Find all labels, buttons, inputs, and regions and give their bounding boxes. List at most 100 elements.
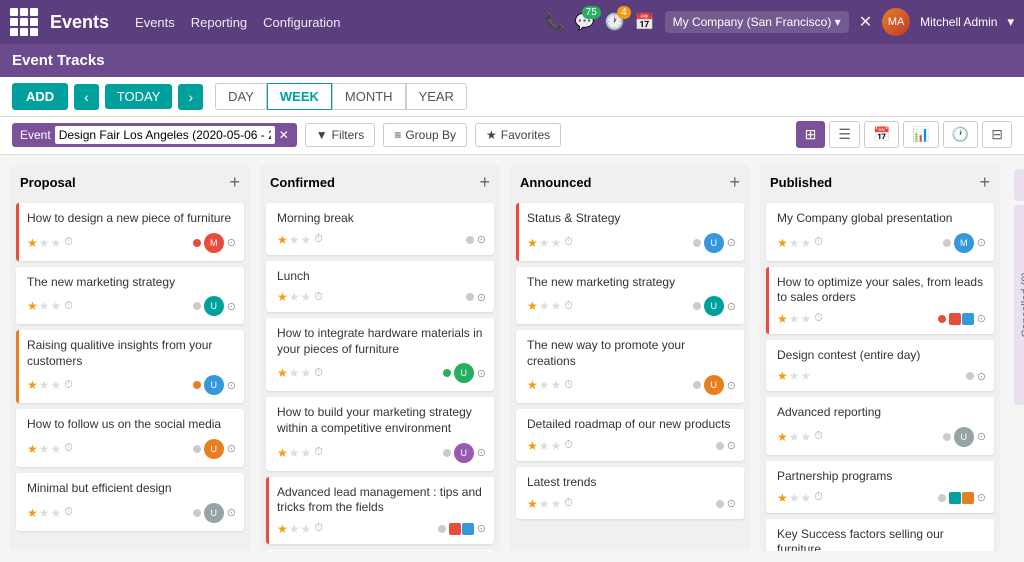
col-add-announced[interactable]: +: [729, 173, 740, 191]
star-3[interactable]: ★: [301, 233, 312, 247]
next-button[interactable]: ›: [178, 84, 203, 110]
star-3[interactable]: ★: [551, 378, 562, 392]
card-announced-4[interactable]: Detailed roadmap of our new products ★ ★…: [516, 409, 744, 461]
card-confirmed-1[interactable]: Morning break ★ ★ ★ ⏱ ⊙: [266, 203, 494, 255]
star-1[interactable]: ★: [277, 233, 288, 247]
clock-view-btn[interactable]: 🕐: [943, 121, 978, 148]
more-options-col[interactable]: ⋮: [1014, 169, 1024, 201]
action-icon[interactable]: ⊙: [727, 497, 736, 510]
star-1[interactable]: ★: [277, 290, 288, 304]
card-confirmed-6[interactable]: New Certification Program ★ ★ ★ ⏱ U ⊙: [266, 550, 494, 551]
card-confirmed-3[interactable]: How to integrate hardware materials in y…: [266, 318, 494, 391]
action-icon[interactable]: ⊙: [977, 312, 986, 325]
action-icon[interactable]: ⊙: [227, 506, 236, 519]
favorites-button[interactable]: ★ Favorites: [475, 123, 561, 147]
star-3[interactable]: ★: [51, 506, 62, 520]
add-button[interactable]: ADD: [12, 83, 68, 110]
card-confirmed-5[interactable]: Advanced lead management : tips and tric…: [266, 477, 494, 544]
card-published-5[interactable]: Partnership programs ★ ★ ★ ⏱: [766, 461, 994, 513]
action-icon[interactable]: ⊙: [477, 367, 486, 380]
star-2[interactable]: ★: [39, 378, 50, 392]
star-1[interactable]: ★: [27, 236, 38, 250]
today-button[interactable]: TODAY: [105, 84, 173, 109]
action-icon[interactable]: ⊙: [227, 442, 236, 455]
star-3[interactable]: ★: [51, 378, 62, 392]
card-published-3[interactable]: Design contest (entire day) ★ ★ ★ ⊙: [766, 340, 994, 392]
tab-day[interactable]: DAY: [215, 83, 267, 110]
card-announced-3[interactable]: The new way to promote your creations ★ …: [516, 330, 744, 403]
filter-remove-icon[interactable]: ✕: [279, 128, 289, 142]
star-2[interactable]: ★: [289, 366, 300, 380]
col-add-published[interactable]: +: [979, 173, 990, 191]
star-1[interactable]: ★: [777, 491, 788, 505]
star-1[interactable]: ★: [277, 446, 288, 460]
kanban-view-btn[interactable]: ⊞: [796, 121, 826, 148]
action-icon[interactable]: ⊙: [477, 446, 486, 459]
more-options-icon[interactable]: ⋮: [1018, 175, 1024, 195]
user-menu-arrow[interactable]: ▾: [1007, 14, 1014, 30]
star-3[interactable]: ★: [551, 299, 562, 313]
star-2[interactable]: ★: [39, 299, 50, 313]
star-1[interactable]: ★: [527, 299, 538, 313]
phone-icon[interactable]: 📞: [545, 12, 565, 32]
action-icon[interactable]: ⊙: [727, 300, 736, 313]
action-icon[interactable]: ⊙: [477, 233, 486, 246]
star-3[interactable]: ★: [51, 299, 62, 313]
filters-button[interactable]: ▼ Filters: [305, 123, 376, 147]
tab-month[interactable]: MONTH: [332, 83, 406, 110]
action-icon[interactable]: ⊙: [727, 379, 736, 392]
star-3[interactable]: ★: [551, 497, 562, 511]
action-icon[interactable]: ⊙: [227, 379, 236, 392]
star-1[interactable]: ★: [277, 522, 288, 536]
star-1[interactable]: ★: [27, 299, 38, 313]
star-1[interactable]: ★: [277, 366, 288, 380]
company-selector[interactable]: My Company (San Francisco) ▾: [665, 11, 849, 33]
star-2[interactable]: ★: [539, 236, 550, 250]
col-add-confirmed[interactable]: +: [479, 173, 490, 191]
star-2[interactable]: ★: [39, 506, 50, 520]
star-2[interactable]: ★: [789, 491, 800, 505]
star-2[interactable]: ★: [39, 442, 50, 456]
card-proposal-2[interactable]: The new marketing strategy ★ ★ ★ ⏱ U ⊙: [16, 267, 244, 325]
user-avatar[interactable]: MA: [882, 8, 910, 36]
star-1[interactable]: ★: [27, 506, 38, 520]
nav-reporting[interactable]: Reporting: [191, 15, 247, 30]
star-3[interactable]: ★: [801, 491, 812, 505]
card-published-1[interactable]: My Company global presentation ★ ★ ★ ⏱ M…: [766, 203, 994, 261]
card-announced-2[interactable]: The new marketing strategy ★ ★ ★ ⏱ U ⊙: [516, 267, 744, 325]
action-icon[interactable]: ⊙: [477, 291, 486, 304]
star-2[interactable]: ★: [39, 236, 50, 250]
star-2[interactable]: ★: [289, 446, 300, 460]
star-3[interactable]: ★: [551, 439, 562, 453]
tab-year[interactable]: YEAR: [406, 83, 467, 110]
star-2[interactable]: ★: [289, 522, 300, 536]
app-grid-icon[interactable]: [10, 8, 38, 36]
star-1[interactable]: ★: [27, 442, 38, 456]
close-icon[interactable]: ✕: [859, 12, 872, 32]
filter-tag[interactable]: Event ✕: [12, 123, 297, 147]
card-announced-5[interactable]: Latest trends ★ ★ ★ ⏱ ⊙: [516, 467, 744, 519]
star-2[interactable]: ★: [289, 233, 300, 247]
activity-badge-wrap[interactable]: 🕐 4: [605, 12, 625, 32]
star-3[interactable]: ★: [301, 522, 312, 536]
calendar-view-btn[interactable]: 📅: [864, 121, 899, 148]
list-view-btn[interactable]: ☰: [829, 121, 860, 148]
card-announced-1[interactable]: Status & Strategy ★ ★ ★ ⏱ U ⊙: [516, 203, 744, 261]
star-2[interactable]: ★: [789, 369, 800, 383]
star-3[interactable]: ★: [801, 236, 812, 250]
action-icon[interactable]: ⊙: [977, 370, 986, 383]
star-1[interactable]: ★: [527, 439, 538, 453]
star-2[interactable]: ★: [539, 497, 550, 511]
chat-badge-wrap[interactable]: 💬 75: [575, 12, 595, 32]
star-1[interactable]: ★: [777, 312, 788, 326]
card-proposal-3[interactable]: Raising qualitive insights from your cus…: [16, 330, 244, 403]
card-published-2[interactable]: How to optimize your sales, from leads t…: [766, 267, 994, 334]
card-proposal-1[interactable]: How to design a new piece of furniture ★…: [16, 203, 244, 261]
star-1[interactable]: ★: [777, 236, 788, 250]
star-2[interactable]: ★: [289, 290, 300, 304]
card-proposal-4[interactable]: How to follow us on the social media ★ ★…: [16, 409, 244, 467]
card-published-4[interactable]: Advanced reporting ★ ★ ★ ⏱ U ⊙: [766, 397, 994, 455]
star-3[interactable]: ★: [801, 312, 812, 326]
card-proposal-5[interactable]: Minimal but efficient design ★ ★ ★ ⏱ U ⊙: [16, 473, 244, 531]
star-1[interactable]: ★: [527, 497, 538, 511]
